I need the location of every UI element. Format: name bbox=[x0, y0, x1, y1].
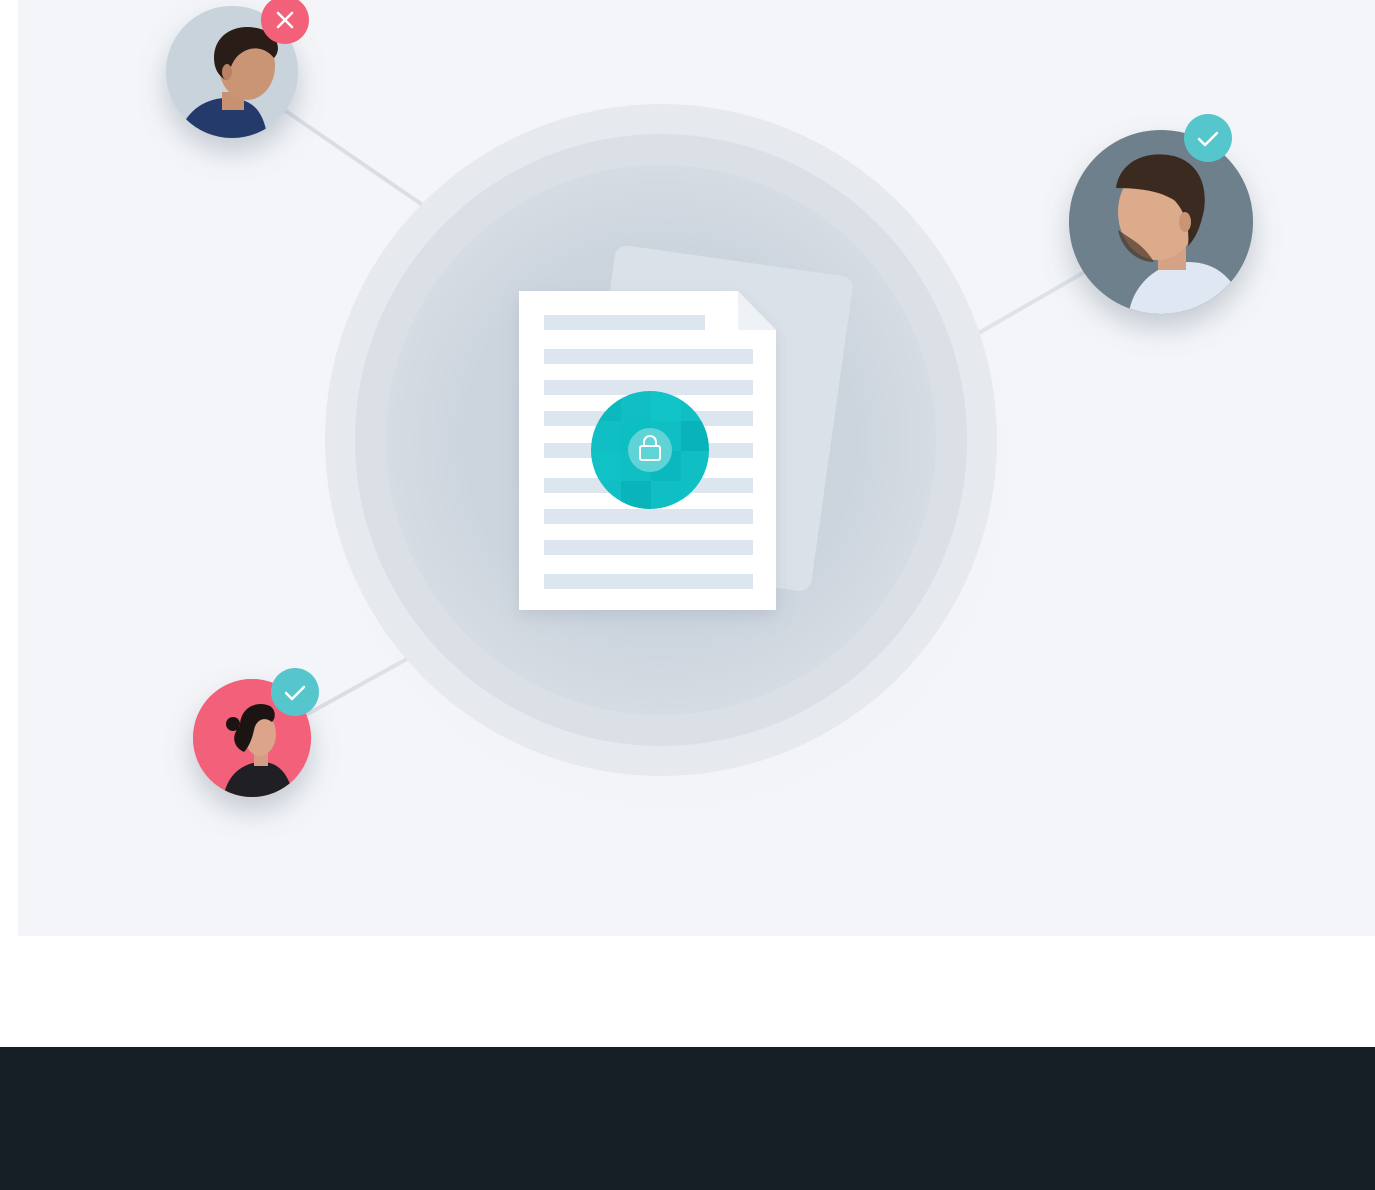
participant-avatar-right[interactable] bbox=[1069, 130, 1253, 320]
secure-document-illustration bbox=[18, 0, 1375, 936]
status-badge-approved bbox=[271, 668, 319, 716]
status-badge-approved bbox=[1184, 114, 1232, 162]
footer bbox=[0, 1047, 1375, 1190]
illustration-canvas bbox=[166, 0, 1253, 870]
avatar bbox=[1069, 130, 1253, 314]
page bbox=[0, 0, 1375, 1190]
